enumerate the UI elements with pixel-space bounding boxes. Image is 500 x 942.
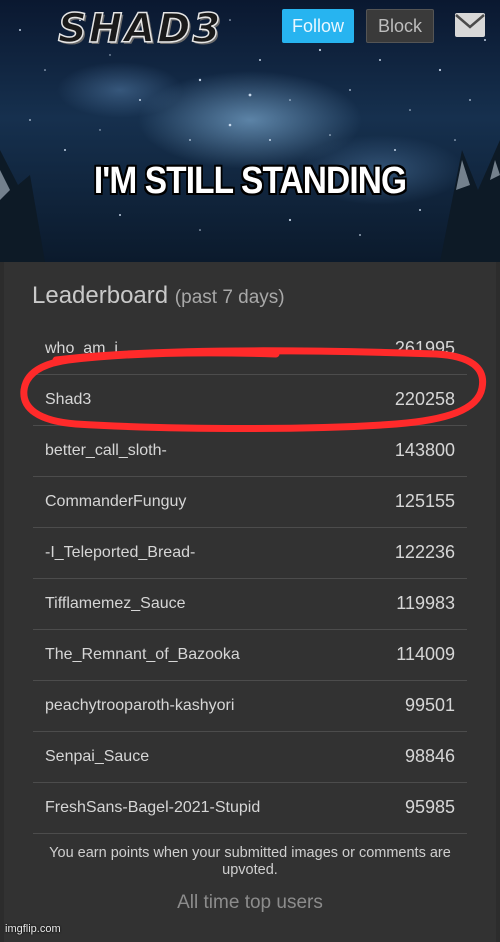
envelope-icon[interactable] — [454, 12, 486, 38]
profile-banner: SHAD3 Follow Block I'M STILL STANDING — [0, 0, 500, 262]
all-time-top-users-link[interactable]: All time top users — [0, 892, 500, 914]
leaderboard-row[interactable]: FreshSans-Bagel-2021-Stupid 95985 — [33, 783, 467, 834]
user-name[interactable]: who_am_i — [45, 340, 118, 358]
leaderboard-row[interactable]: CommanderFunguy 125155 — [33, 477, 467, 528]
user-name[interactable]: Tifflamemez_Sauce — [45, 595, 186, 613]
site-logo: SHAD3 — [57, 5, 223, 53]
user-score: 114009 — [396, 644, 455, 664]
user-score: 98846 — [404, 746, 455, 766]
user-score: 125155 — [394, 491, 455, 511]
user-score: 95985 — [404, 797, 455, 817]
leaderboard-title: Leaderboard (past 7 days) — [32, 282, 285, 310]
user-score: 220258 — [394, 389, 455, 409]
meme-caption: I'M STILL STANDING — [93, 160, 407, 202]
follow-button[interactable]: Follow — [282, 9, 354, 43]
user-name[interactable]: peachytrooparoth-kashyori — [45, 697, 234, 715]
user-score: 119983 — [396, 593, 455, 613]
user-name[interactable]: The_Remnant_of_Bazooka — [45, 646, 240, 664]
imgflip-watermark: imgflip.com — [5, 923, 61, 935]
leaderboard-row[interactable]: Senpai_Sauce 98846 — [33, 732, 467, 783]
user-score: 122236 — [394, 542, 455, 562]
user-name[interactable]: CommanderFunguy — [45, 493, 186, 511]
leaderboard-row[interactable]: -I_Teleported_Bread- 122236 — [33, 528, 467, 579]
user-name[interactable]: better_call_sloth- — [45, 442, 167, 460]
leaderboard-title-text: Leaderboard — [32, 282, 169, 309]
leaderboard-row[interactable]: who_am_i 261995 — [33, 324, 467, 375]
user-name[interactable]: Senpai_Sauce — [45, 748, 149, 766]
leaderboard-row[interactable]: Shad3 220258 — [33, 375, 467, 426]
points-explanation: You earn points when your submitted imag… — [49, 845, 451, 878]
user-score: 99501 — [404, 695, 455, 715]
user-name[interactable]: Shad3 — [45, 391, 91, 409]
user-score: 143800 — [394, 440, 455, 460]
leaderboard-row[interactable]: peachytrooparoth-kashyori 99501 — [33, 681, 467, 732]
block-button[interactable]: Block — [366, 9, 434, 43]
leaderboard-row[interactable]: better_call_sloth- 143800 — [33, 426, 467, 477]
user-score: 261995 — [394, 338, 455, 358]
user-name[interactable]: FreshSans-Bagel-2021-Stupid — [45, 799, 260, 817]
leaderboard-row[interactable]: Tifflamemez_Sauce 119983 — [33, 579, 467, 630]
leaderboard-panel: Leaderboard (past 7 days) who_am_i 26199… — [0, 262, 500, 942]
leaderboard-row[interactable]: The_Remnant_of_Bazooka 114009 — [33, 630, 467, 681]
user-name[interactable]: -I_Teleported_Bread- — [45, 544, 195, 562]
leaderboard-period: (past 7 days) — [174, 287, 285, 308]
